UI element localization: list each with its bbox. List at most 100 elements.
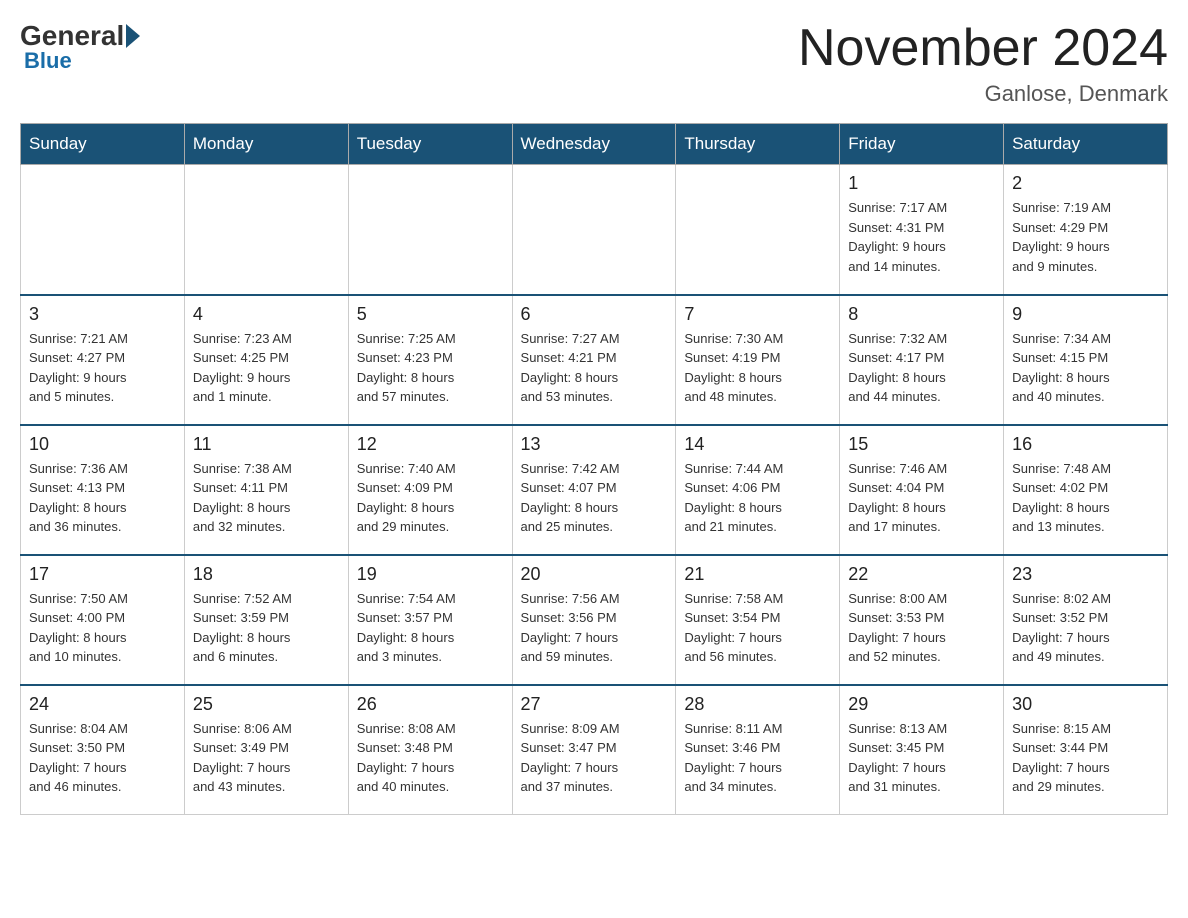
calendar-cell xyxy=(512,165,676,295)
day-number: 28 xyxy=(684,694,831,715)
day-number: 21 xyxy=(684,564,831,585)
calendar-cell: 12 Sunrise: 7:40 AM Sunset: 4:09 PM Dayli… xyxy=(348,425,512,555)
calendar-cell: 3 Sunrise: 7:21 AM Sunset: 4:27 PM Daylig… xyxy=(21,295,185,425)
calendar-cell: 11 Sunrise: 7:38 AM Sunset: 4:11 PM Dayli… xyxy=(184,425,348,555)
calendar-cell: 7Sunrise: 7:30 AM Sunset: 4:19 PM Daylig… xyxy=(676,295,840,425)
day-info: Sunrise: 8:02 AM Sunset: 3:52 PM Dayligh… xyxy=(1012,589,1159,667)
calendar-cell: 23Sunrise: 8:02 AM Sunset: 3:52 PM Dayli… xyxy=(1004,555,1168,685)
calendar-cell: 13 Sunrise: 7:42 AM Sunset: 4:07 PM Dayli… xyxy=(512,425,676,555)
calendar-cell xyxy=(676,165,840,295)
day-info: Sunrise: 7:30 AM Sunset: 4:19 PM Dayligh… xyxy=(684,329,831,407)
calendar-cell: 28 Sunrise: 8:11 AM Sunset: 3:46 PM Dayli… xyxy=(676,685,840,815)
day-info: Sunrise: 7:21 AM Sunset: 4:27 PM Dayligh… xyxy=(29,329,176,407)
calendar-cell: 22 Sunrise: 8:00 AM Sunset: 3:53 PM Dayli… xyxy=(840,555,1004,685)
calendar-cell: 25 Sunrise: 8:06 AM Sunset: 3:49 PM Dayli… xyxy=(184,685,348,815)
day-number: 14 xyxy=(684,434,831,455)
calendar-cell: 6 Sunrise: 7:27 AM Sunset: 4:21 PM Daylig… xyxy=(512,295,676,425)
day-number: 12 xyxy=(357,434,504,455)
day-number: 20 xyxy=(521,564,668,585)
day-info: Sunrise: 7:36 AM Sunset: 4:13 PM Dayligh… xyxy=(29,459,176,537)
calendar-cell: 29 Sunrise: 8:13 AM Sunset: 3:45 PM Dayli… xyxy=(840,685,1004,815)
day-number: 5 xyxy=(357,304,504,325)
calendar-cell: 1 Sunrise: 7:17 AM Sunset: 4:31 PM Daylig… xyxy=(840,165,1004,295)
day-info: Sunrise: 7:38 AM Sunset: 4:11 PM Dayligh… xyxy=(193,459,340,537)
day-number: 1 xyxy=(848,173,995,194)
calendar-header-tuesday: Tuesday xyxy=(348,124,512,165)
day-number: 26 xyxy=(357,694,504,715)
location-title: Ganlose, Denmark xyxy=(798,81,1168,107)
day-info: Sunrise: 7:44 AM Sunset: 4:06 PM Dayligh… xyxy=(684,459,831,537)
day-info: Sunrise: 7:23 AM Sunset: 4:25 PM Dayligh… xyxy=(193,329,340,407)
day-info: Sunrise: 7:19 AM Sunset: 4:29 PM Dayligh… xyxy=(1012,198,1159,276)
day-number: 15 xyxy=(848,434,995,455)
day-info: Sunrise: 8:08 AM Sunset: 3:48 PM Dayligh… xyxy=(357,719,504,797)
calendar-cell: 9 Sunrise: 7:34 AM Sunset: 4:15 PM Daylig… xyxy=(1004,295,1168,425)
title-area: November 2024 Ganlose, Denmark xyxy=(798,20,1168,107)
day-number: 8 xyxy=(848,304,995,325)
day-info: Sunrise: 8:04 AM Sunset: 3:50 PM Dayligh… xyxy=(29,719,176,797)
calendar-cell: 16Sunrise: 7:48 AM Sunset: 4:02 PM Dayli… xyxy=(1004,425,1168,555)
day-number: 30 xyxy=(1012,694,1159,715)
calendar-header-thursday: Thursday xyxy=(676,124,840,165)
day-info: Sunrise: 7:48 AM Sunset: 4:02 PM Dayligh… xyxy=(1012,459,1159,537)
calendar-header-wednesday: Wednesday xyxy=(512,124,676,165)
day-info: Sunrise: 8:06 AM Sunset: 3:49 PM Dayligh… xyxy=(193,719,340,797)
calendar-cell: 20 Sunrise: 7:56 AM Sunset: 3:56 PM Dayli… xyxy=(512,555,676,685)
calendar-header-saturday: Saturday xyxy=(1004,124,1168,165)
calendar-header-friday: Friday xyxy=(840,124,1004,165)
day-info: Sunrise: 7:50 AM Sunset: 4:00 PM Dayligh… xyxy=(29,589,176,667)
calendar-cell: 26 Sunrise: 8:08 AM Sunset: 3:48 PM Dayli… xyxy=(348,685,512,815)
day-number: 11 xyxy=(193,434,340,455)
calendar-cell xyxy=(348,165,512,295)
day-number: 3 xyxy=(29,304,176,325)
day-info: Sunrise: 7:56 AM Sunset: 3:56 PM Dayligh… xyxy=(521,589,668,667)
calendar-cell: 8 Sunrise: 7:32 AM Sunset: 4:17 PM Daylig… xyxy=(840,295,1004,425)
calendar-header-sunday: Sunday xyxy=(21,124,185,165)
page-header: General Blue November 2024 Ganlose, Denm… xyxy=(20,20,1168,107)
calendar-week-1: 1 Sunrise: 7:17 AM Sunset: 4:31 PM Daylig… xyxy=(21,165,1168,295)
calendar-cell xyxy=(184,165,348,295)
calendar-cell xyxy=(21,165,185,295)
day-number: 13 xyxy=(521,434,668,455)
day-info: Sunrise: 7:27 AM Sunset: 4:21 PM Dayligh… xyxy=(521,329,668,407)
calendar-table: SundayMondayTuesdayWednesdayThursdayFrid… xyxy=(20,123,1168,815)
calendar-week-3: 10 Sunrise: 7:36 AM Sunset: 4:13 PM Dayli… xyxy=(21,425,1168,555)
day-info: Sunrise: 7:54 AM Sunset: 3:57 PM Dayligh… xyxy=(357,589,504,667)
calendar-header-row: SundayMondayTuesdayWednesdayThursdayFrid… xyxy=(21,124,1168,165)
day-number: 22 xyxy=(848,564,995,585)
day-info: Sunrise: 7:25 AM Sunset: 4:23 PM Dayligh… xyxy=(357,329,504,407)
day-info: Sunrise: 7:42 AM Sunset: 4:07 PM Dayligh… xyxy=(521,459,668,537)
calendar-cell: 21Sunrise: 7:58 AM Sunset: 3:54 PM Dayli… xyxy=(676,555,840,685)
calendar-cell: 19 Sunrise: 7:54 AM Sunset: 3:57 PM Dayli… xyxy=(348,555,512,685)
calendar-week-4: 17 Sunrise: 7:50 AM Sunset: 4:00 PM Dayli… xyxy=(21,555,1168,685)
day-info: Sunrise: 7:34 AM Sunset: 4:15 PM Dayligh… xyxy=(1012,329,1159,407)
day-number: 9 xyxy=(1012,304,1159,325)
day-number: 10 xyxy=(29,434,176,455)
day-info: Sunrise: 8:00 AM Sunset: 3:53 PM Dayligh… xyxy=(848,589,995,667)
day-number: 6 xyxy=(521,304,668,325)
day-info: Sunrise: 8:15 AM Sunset: 3:44 PM Dayligh… xyxy=(1012,719,1159,797)
calendar-cell: 17 Sunrise: 7:50 AM Sunset: 4:00 PM Dayli… xyxy=(21,555,185,685)
day-info: Sunrise: 7:32 AM Sunset: 4:17 PM Dayligh… xyxy=(848,329,995,407)
day-number: 17 xyxy=(29,564,176,585)
calendar-cell: 5 Sunrise: 7:25 AM Sunset: 4:23 PM Daylig… xyxy=(348,295,512,425)
logo: General Blue xyxy=(20,20,142,74)
day-info: Sunrise: 8:13 AM Sunset: 3:45 PM Dayligh… xyxy=(848,719,995,797)
calendar-cell: 14 Sunrise: 7:44 AM Sunset: 4:06 PM Dayli… xyxy=(676,425,840,555)
month-title: November 2024 xyxy=(798,20,1168,77)
day-info: Sunrise: 8:11 AM Sunset: 3:46 PM Dayligh… xyxy=(684,719,831,797)
calendar-cell: 27Sunrise: 8:09 AM Sunset: 3:47 PM Dayli… xyxy=(512,685,676,815)
day-number: 19 xyxy=(357,564,504,585)
calendar-week-5: 24 Sunrise: 8:04 AM Sunset: 3:50 PM Dayli… xyxy=(21,685,1168,815)
day-info: Sunrise: 7:17 AM Sunset: 4:31 PM Dayligh… xyxy=(848,198,995,276)
calendar-week-2: 3 Sunrise: 7:21 AM Sunset: 4:27 PM Daylig… xyxy=(21,295,1168,425)
day-number: 24 xyxy=(29,694,176,715)
day-number: 25 xyxy=(193,694,340,715)
day-number: 18 xyxy=(193,564,340,585)
day-number: 4 xyxy=(193,304,340,325)
calendar-cell: 30 Sunrise: 8:15 AM Sunset: 3:44 PM Dayli… xyxy=(1004,685,1168,815)
day-info: Sunrise: 7:40 AM Sunset: 4:09 PM Dayligh… xyxy=(357,459,504,537)
day-info: Sunrise: 7:46 AM Sunset: 4:04 PM Dayligh… xyxy=(848,459,995,537)
calendar-cell: 18Sunrise: 7:52 AM Sunset: 3:59 PM Dayli… xyxy=(184,555,348,685)
day-number: 29 xyxy=(848,694,995,715)
